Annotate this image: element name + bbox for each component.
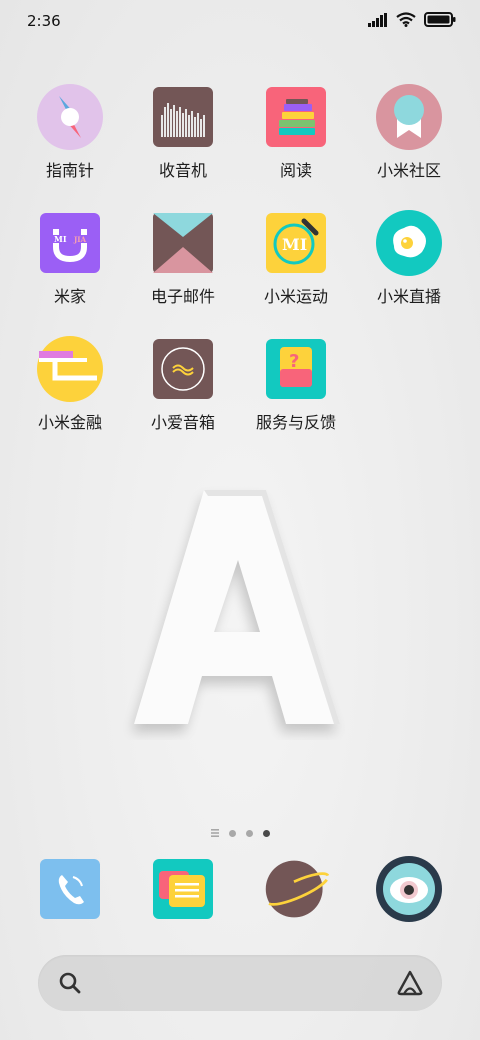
feedback-icon: ? [263, 338, 329, 400]
app-label: 收音机 [158, 161, 207, 180]
radio-icon [150, 86, 216, 148]
menu-lines-icon [210, 829, 219, 837]
phone-icon [37, 858, 103, 920]
battery-icon [424, 12, 456, 27]
planet-icon [263, 858, 329, 920]
app-label: 米家 [53, 287, 86, 306]
app-label: 指南针 [45, 161, 94, 180]
community-icon [376, 84, 442, 150]
wallpaper-letter-a [132, 490, 340, 732]
finance-icon [37, 336, 103, 402]
dock-browser[interactable] [239, 858, 353, 920]
mi-fit-icon: MI [263, 212, 329, 274]
svg-text:MI: MI [282, 235, 307, 254]
dock-phone[interactable] [13, 858, 127, 920]
app-label: 小米金融 [37, 413, 102, 432]
app-mijia[interactable]: MI JIA 米家 [13, 212, 127, 307]
wifi-icon [396, 12, 416, 27]
app-label: 阅读 [279, 161, 312, 180]
svg-text:JIA: JIA [73, 235, 87, 244]
page-dot-active[interactable] [262, 829, 270, 837]
app-label: 小爱音箱 [150, 413, 215, 432]
signal-icon [368, 12, 387, 27]
mijia-icon: MI JIA [37, 212, 103, 274]
dock-camera[interactable] [352, 856, 466, 922]
email-icon [150, 212, 216, 274]
app-feedback[interactable]: ? 服务与反馈 [239, 338, 353, 433]
status-time: 2:36 [27, 12, 61, 30]
app-label: 服务与反馈 [255, 413, 336, 432]
status-icons [368, 12, 456, 27]
app-label: 电子邮件 [150, 287, 215, 306]
compass-icon [37, 84, 103, 150]
app-radio[interactable]: 收音机 [126, 86, 240, 181]
app-label: 小米直播 [376, 287, 441, 306]
dock [0, 856, 480, 928]
speaker-icon [150, 338, 216, 400]
app-mi-fit[interactable]: MI 小米运动 [239, 212, 353, 307]
page-indicator[interactable] [0, 829, 480, 837]
app-reader[interactable]: 阅读 [239, 86, 353, 181]
app-community[interactable]: 小米社区 [352, 84, 466, 181]
status-bar: 2:36 [0, 0, 480, 44]
app-label: 小米社区 [376, 161, 441, 180]
app-live[interactable]: 小米直播 [352, 210, 466, 307]
messages-icon [150, 858, 216, 920]
app-speaker[interactable]: 小爱音箱 [126, 338, 240, 433]
app-label: 小米运动 [263, 287, 328, 306]
page-dot[interactable] [228, 829, 236, 837]
app-finance[interactable]: 小米金融 [13, 336, 127, 433]
dock-messages[interactable] [126, 858, 240, 920]
svg-text:?: ? [289, 351, 299, 372]
camera-icon [376, 856, 442, 922]
page-dot[interactable] [245, 829, 253, 837]
search-icon [59, 972, 81, 994]
search-bar[interactable] [38, 955, 442, 1011]
app-compass[interactable]: 指南针 [13, 84, 127, 181]
svg-text:MI: MI [54, 234, 67, 244]
books-icon [263, 86, 329, 148]
app-email[interactable]: 电子邮件 [126, 212, 240, 307]
assistant-icon[interactable] [396, 969, 424, 997]
live-icon [376, 210, 442, 276]
